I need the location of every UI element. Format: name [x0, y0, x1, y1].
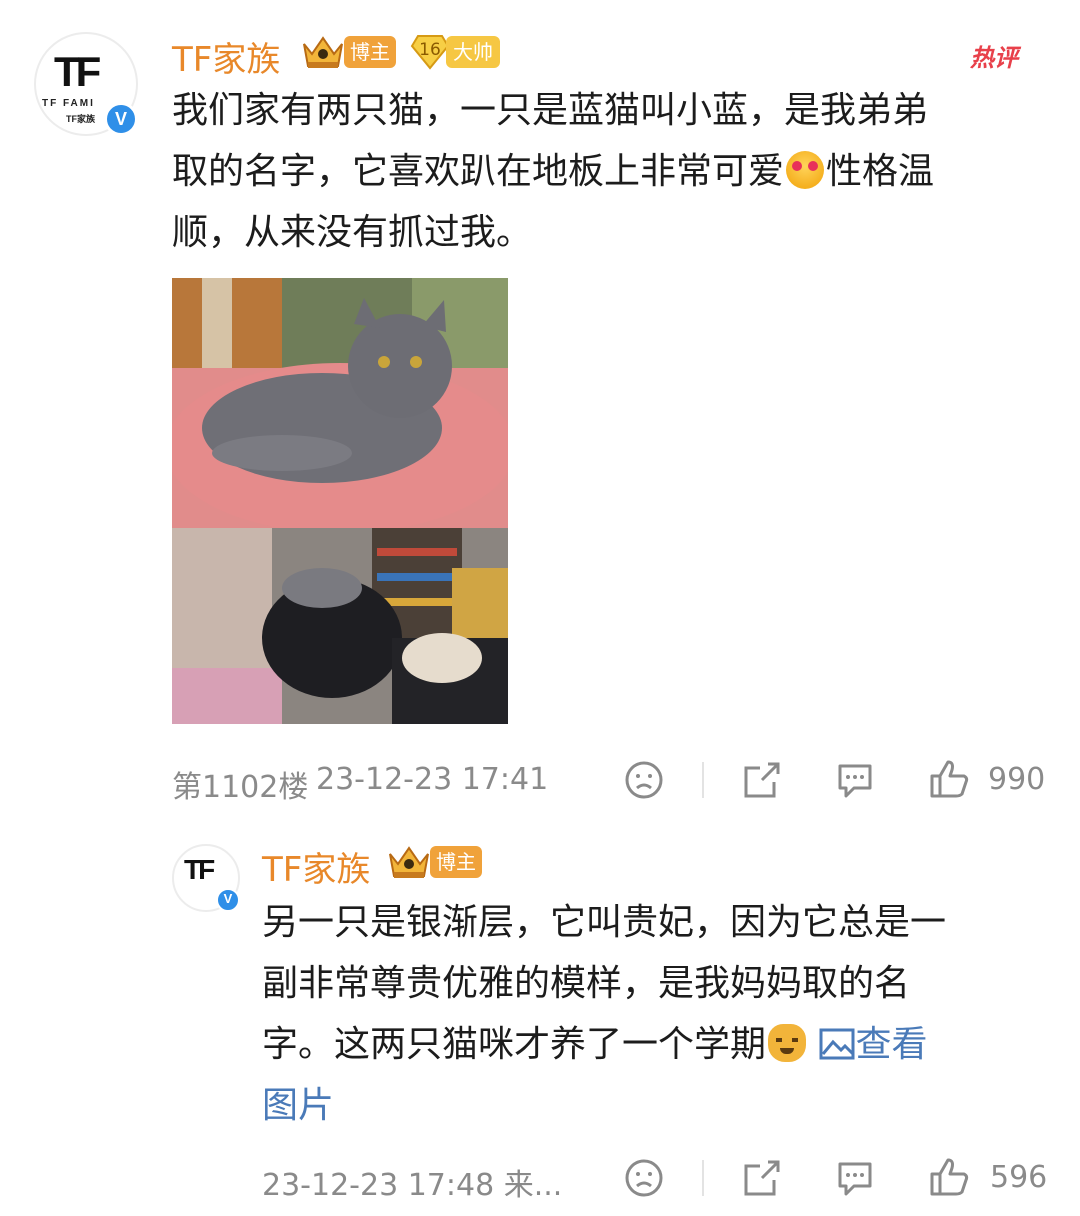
reply-share-icon[interactable] [740, 1158, 782, 1198]
avatar-logo: TF [54, 48, 101, 95]
reply-username[interactable]: TF家族 [262, 842, 370, 891]
reply-line-3a: 字。这两只猫咪才养了一个学期 [262, 1024, 767, 1065]
master-badge: 大帅 [446, 36, 500, 68]
avatar-subtext: TF FAMI [42, 98, 95, 109]
comment-line-2b: 性格温 [826, 151, 935, 192]
comment-line-3: 顺，从来没有抓过我。 [172, 212, 533, 253]
reply-avatar-logo: TF [184, 854, 215, 885]
reply-avatar[interactable]: TF V [172, 844, 240, 912]
comment-icon[interactable] [834, 760, 876, 800]
verified-icon: V [104, 102, 138, 136]
avatar-subtext-2: TF家族 [66, 114, 95, 124]
comment-line-1: 我们家有两只猫，一只是蓝猫叫小蓝，是我弟弟 [172, 90, 929, 131]
cat-photo[interactable] [172, 278, 508, 528]
dislike-face-icon[interactable] [624, 760, 664, 800]
reply-text: 另一只是银渐层，它叫贵妃，因为它总是一 副非常尊贵优雅的模样，是我妈妈取的名 字… [262, 892, 1052, 1136]
reply-time: 23-12-23 17:48 来... [262, 1168, 563, 1203]
reply-thumbs-up-icon[interactable] [928, 1156, 970, 1198]
username[interactable]: TF家族 [172, 32, 280, 81]
floor-number: 第1102楼 [172, 770, 309, 805]
reply-line-1: 另一只是银渐层，它叫贵妃，因为它总是一 [262, 902, 947, 943]
like-count: 990 [988, 762, 1046, 797]
reply-divider [702, 1160, 704, 1196]
reply-line-2: 副非常尊贵优雅的模样，是我妈妈取的名 [262, 963, 911, 1004]
reply-comment-icon[interactable] [834, 1158, 876, 1198]
reply-verified-icon: V [216, 888, 240, 912]
comment-line-2a: 取的名字，它喜欢趴在地板上非常可爱 [172, 151, 785, 192]
level-number: 16 [419, 40, 441, 60]
reply-crown-icon [389, 846, 429, 878]
hot-comment-badge: 热评 [970, 44, 1018, 72]
comment-time: 23-12-23 17:41 [316, 762, 549, 797]
view-picture-link[interactable]: 查看 [808, 1024, 927, 1065]
blogger-badge: 博主 [344, 36, 396, 68]
divider [702, 762, 704, 798]
reply-like-count: 596 [990, 1160, 1048, 1195]
reply-line-4[interactable]: 图片 [262, 1075, 1052, 1136]
comment-line-2: 取的名字，它喜欢趴在地板上非常可爱 性格温 [172, 141, 1052, 202]
avatar[interactable]: TF TF FAMI TF家族 V [34, 32, 138, 136]
reply-dislike-face-icon[interactable] [624, 1158, 664, 1198]
view-picture-label: 查看 [855, 1024, 928, 1065]
picture-icon [819, 1028, 855, 1060]
share-icon[interactable] [740, 760, 782, 800]
person-photo[interactable] [172, 528, 508, 724]
thumbs-up-icon[interactable] [928, 758, 970, 800]
reply-blogger-badge: 博主 [430, 846, 482, 878]
comment-text: 我们家有两只猫，一只是蓝猫叫小蓝，是我弟弟 取的名字，它喜欢趴在地板上非常可爱性… [172, 80, 1052, 263]
cat-emoji-icon [768, 1024, 807, 1062]
reply-line-3: 字。这两只猫咪才养了一个学期 查看 [262, 1014, 1052, 1075]
heart-eyes-emoji-icon [786, 151, 825, 189]
crown-icon [303, 36, 343, 68]
